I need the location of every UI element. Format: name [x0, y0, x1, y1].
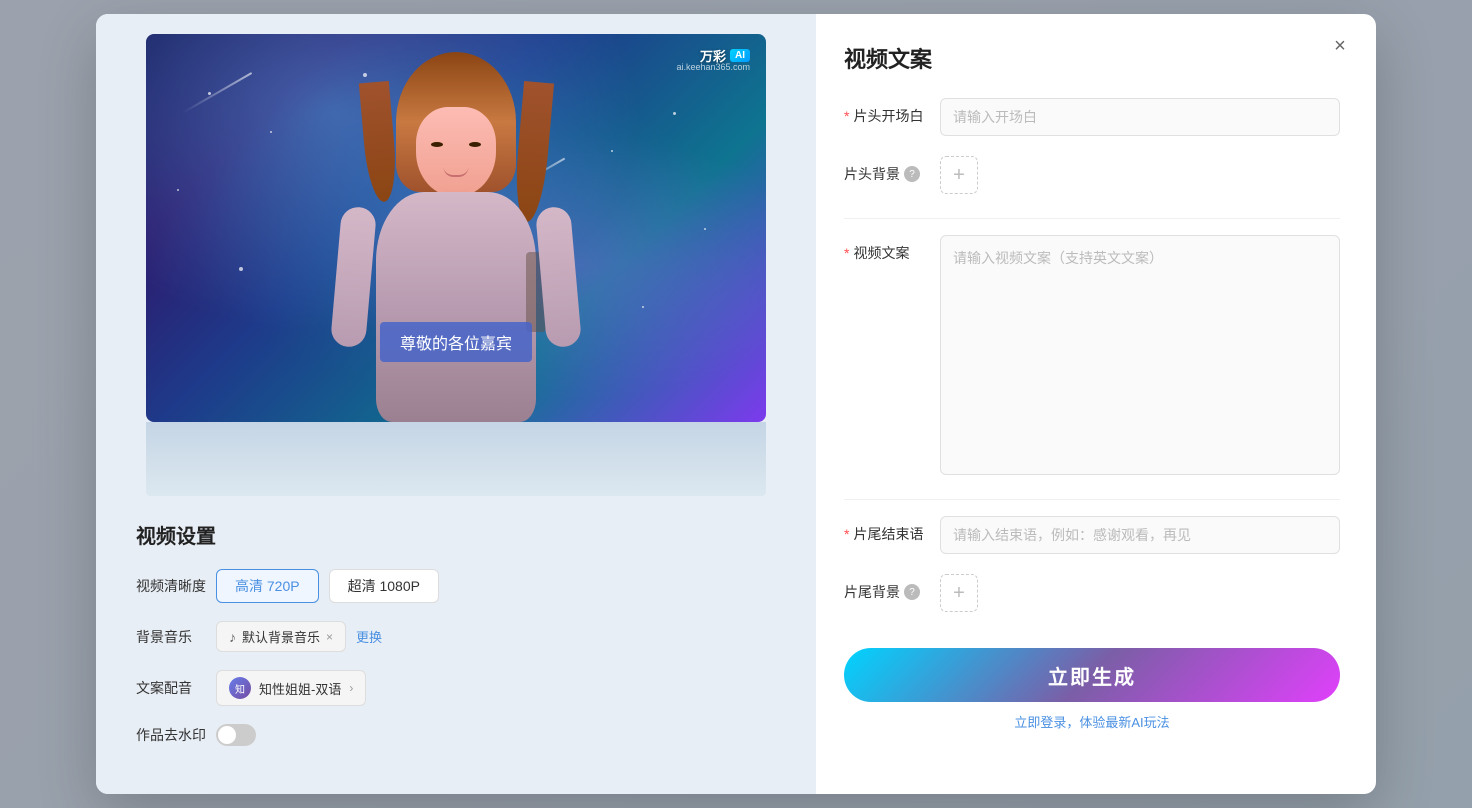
modal-overlay: ×: [0, 0, 1472, 808]
music-row: 背景音乐 ♪ 默认背景音乐 × 更换: [136, 621, 776, 652]
voice-row: 文案配音 知 知性姐姐-双语 ›: [136, 670, 776, 706]
bg-start-row: 片头背景 ? +: [844, 156, 1340, 194]
video-caption: 尊敬的各位嘉宾: [380, 322, 532, 362]
quality-720p-button[interactable]: 高清 720P: [216, 569, 319, 603]
voice-chevron-icon: ›: [349, 681, 353, 695]
quality-1080p-button[interactable]: 超清 1080P: [329, 569, 439, 603]
modal-container: ×: [96, 14, 1376, 794]
voice-content: 知 知性姐姐-双语 ›: [216, 670, 776, 706]
watermark-toggle[interactable]: [216, 724, 256, 746]
opening-input[interactable]: [940, 98, 1340, 136]
bg-end-help-icon[interactable]: ?: [904, 584, 920, 600]
divider: [844, 218, 1340, 219]
music-remove-button[interactable]: ×: [326, 630, 333, 644]
settings-section: 视频设置 视频清晰度 高清 720P 超清 1080P 背景音乐 ♪: [126, 520, 786, 764]
content-row: * 视频文案: [844, 235, 1340, 475]
content-required-star: *: [844, 245, 849, 261]
voice-name: 知性姐姐-双语: [259, 679, 341, 698]
music-content: ♪ 默认背景音乐 × 更换: [216, 621, 776, 652]
ending-label: * 片尾结束语: [844, 516, 924, 544]
settings-title: 视频设置: [136, 520, 776, 549]
ending-required-star: *: [844, 526, 849, 542]
avatar-hair-left: [359, 81, 399, 203]
quality-label: 视频清晰度: [136, 576, 216, 596]
bg-end-label: 片尾背景 ?: [844, 574, 924, 602]
left-panel: 万彩 AI ai.keehan365.com: [96, 14, 816, 794]
content-label: * 视频文案: [844, 235, 924, 263]
bg-start-add-button[interactable]: +: [940, 156, 978, 194]
avatar-figure: [346, 52, 566, 422]
panel-title: 视频文案: [844, 42, 1340, 74]
opening-row: * 片头开场白: [844, 98, 1340, 136]
avatar-hair-right: [512, 81, 554, 223]
watermark-content: [216, 724, 776, 746]
music-tag: ♪ 默认背景音乐 ×: [216, 621, 346, 652]
divider-2: [844, 499, 1340, 500]
ending-input[interactable]: [940, 516, 1340, 554]
opening-label-text: 片头开场白: [853, 106, 923, 126]
video-preview: 万彩 AI ai.keehan365.com: [146, 34, 766, 422]
voice-avatar: 知: [229, 677, 251, 699]
generate-button[interactable]: 立即生成: [844, 648, 1340, 702]
avatar-face: [416, 107, 496, 197]
login-hint: 立即登录，体验最新AI玩法: [844, 712, 1340, 731]
bg-end-add-button[interactable]: +: [940, 574, 978, 612]
music-change-button[interactable]: 更换: [356, 627, 382, 646]
bg-start-label-text: 片头背景: [844, 164, 900, 184]
music-label: 背景音乐: [136, 627, 216, 647]
bg-end-row: 片尾背景 ? +: [844, 574, 1340, 612]
bg-start-label: 片头背景 ?: [844, 156, 924, 184]
right-panel: 视频文案 * 片头开场白 片头背景 ? +: [816, 14, 1376, 794]
bg-end-label-text: 片尾背景: [844, 582, 900, 602]
opening-required-star: *: [844, 108, 849, 124]
preview-bottom-area: [146, 422, 766, 496]
voice-label: 文案配音: [136, 678, 216, 698]
avatar-body: [376, 192, 536, 422]
login-link[interactable]: 立即登录，体验最新AI玩法: [1014, 715, 1169, 730]
content-textarea[interactable]: [940, 235, 1340, 475]
brand-ai-badge: AI: [730, 49, 750, 62]
music-icon: ♪: [229, 629, 236, 645]
ending-row: * 片尾结束语: [844, 516, 1340, 554]
content-label-text: 视频文案: [853, 243, 909, 263]
close-button[interactable]: ×: [1324, 30, 1356, 62]
bg-start-help-icon[interactable]: ?: [904, 166, 920, 182]
music-default-text: 默认背景音乐: [242, 627, 320, 646]
quality-row: 视频清晰度 高清 720P 超清 1080P: [136, 569, 776, 603]
watermark-row: 作品去水印: [136, 724, 776, 746]
ending-label-text: 片尾结束语: [853, 524, 923, 544]
quality-options: 高清 720P 超清 1080P: [216, 569, 776, 603]
watermark-label: 作品去水印: [136, 725, 216, 745]
opening-label: * 片头开场白: [844, 98, 924, 126]
brand-url: ai.keehan365.com: [676, 62, 750, 72]
voice-selector[interactable]: 知 知性姐姐-双语 ›: [216, 670, 366, 706]
